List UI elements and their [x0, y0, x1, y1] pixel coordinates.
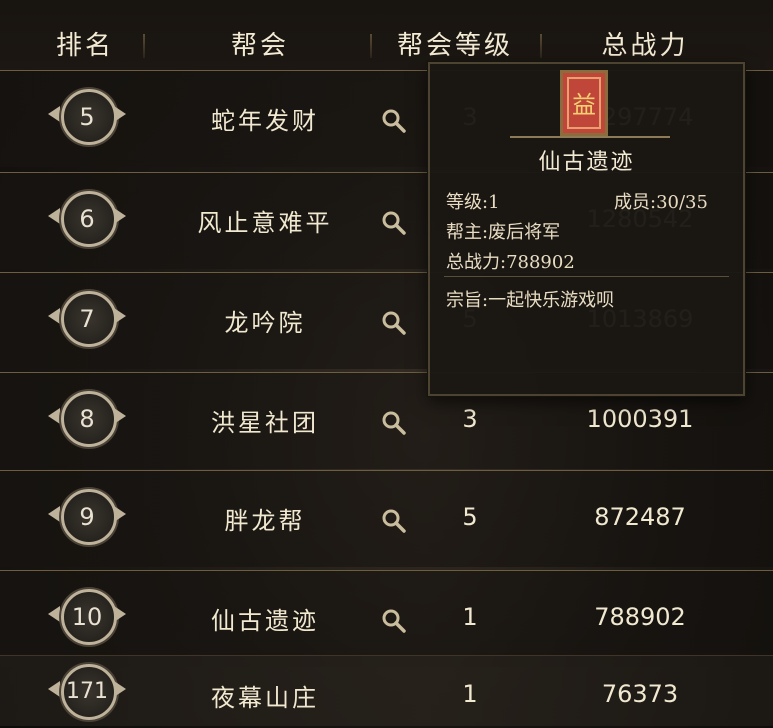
emblem-glyph: 益 — [572, 91, 596, 119]
popup-power: 总战力:788902 — [446, 252, 575, 273]
rank-badge: 9 — [48, 485, 126, 553]
rank-number: 10 — [71, 603, 103, 631]
guild-emblem-icon: 益 — [560, 70, 608, 136]
rank-number: 8 — [79, 405, 95, 433]
header-divider — [143, 34, 145, 58]
table-row-own-guild[interactable]: 171 夜幕山庄 1 76373 — [0, 655, 773, 726]
search-icon[interactable] — [380, 209, 408, 237]
guild-name: 风止意难平 — [197, 209, 333, 237]
guild-name: 胖龙帮 — [224, 507, 306, 535]
rank-number: 9 — [79, 503, 95, 531]
rank-number: 6 — [79, 205, 95, 233]
header-level: 帮会等级 — [396, 31, 513, 61]
search-icon[interactable] — [380, 607, 408, 635]
search-icon[interactable] — [380, 107, 408, 135]
guild-power: 1000391 — [586, 405, 694, 433]
rank-badge: 171 — [48, 660, 126, 728]
popup-divider — [444, 276, 729, 277]
search-icon[interactable] — [380, 309, 408, 337]
guild-name: 龙吟院 — [224, 309, 306, 337]
search-icon[interactable] — [380, 409, 408, 437]
guild-name: 蛇年发财 — [211, 107, 319, 135]
popup-guild-name: 仙古遗迹 — [538, 150, 635, 175]
popup-leader: 帮主:废后将军 — [446, 222, 561, 243]
rank-badge: 5 — [48, 85, 126, 153]
rank-number: 171 — [66, 679, 108, 704]
header-rank: 排名 — [55, 31, 114, 61]
rank-number: 5 — [79, 103, 95, 131]
popup-motto: 宗旨:一起快乐游戏呗 — [446, 290, 615, 311]
rank-badge: 6 — [48, 187, 126, 255]
rank-badge: 10 — [48, 585, 126, 653]
guild-level: 3 — [462, 405, 478, 433]
header-guild: 帮会 — [230, 31, 289, 61]
header-divider — [540, 34, 542, 58]
search-icon[interactable] — [380, 507, 408, 535]
guild-detail-popup: 益 仙古遗迹 等级:1 成员:30/35 帮主:废后将军 总战力:788902 … — [428, 62, 745, 396]
popup-members: 成员:30/35 — [614, 192, 708, 213]
guild-power: 788902 — [594, 603, 686, 631]
table-header: 排名 帮会 帮会等级 总战力 — [0, 0, 773, 70]
guild-name: 夜幕山庄 — [211, 684, 319, 712]
rank-number: 7 — [79, 305, 95, 333]
header-divider — [370, 34, 372, 58]
header-power: 总战力 — [601, 31, 689, 61]
guild-level: 1 — [462, 680, 478, 708]
rank-badge: 7 — [48, 287, 126, 355]
guild-name: 仙古遗迹 — [211, 607, 319, 635]
guild-level: 5 — [462, 503, 478, 531]
table-row[interactable]: 9 胖龙帮 5 872487 — [0, 470, 773, 567]
guild-power: 76373 — [601, 680, 679, 708]
guild-name: 洪星社团 — [211, 409, 319, 437]
popup-level: 等级:1 — [446, 192, 500, 213]
guild-power: 872487 — [594, 503, 686, 531]
table-row[interactable]: 10 仙古遗迹 1 788902 — [0, 570, 773, 667]
rank-badge: 8 — [48, 387, 126, 455]
guild-level: 1 — [462, 603, 478, 631]
